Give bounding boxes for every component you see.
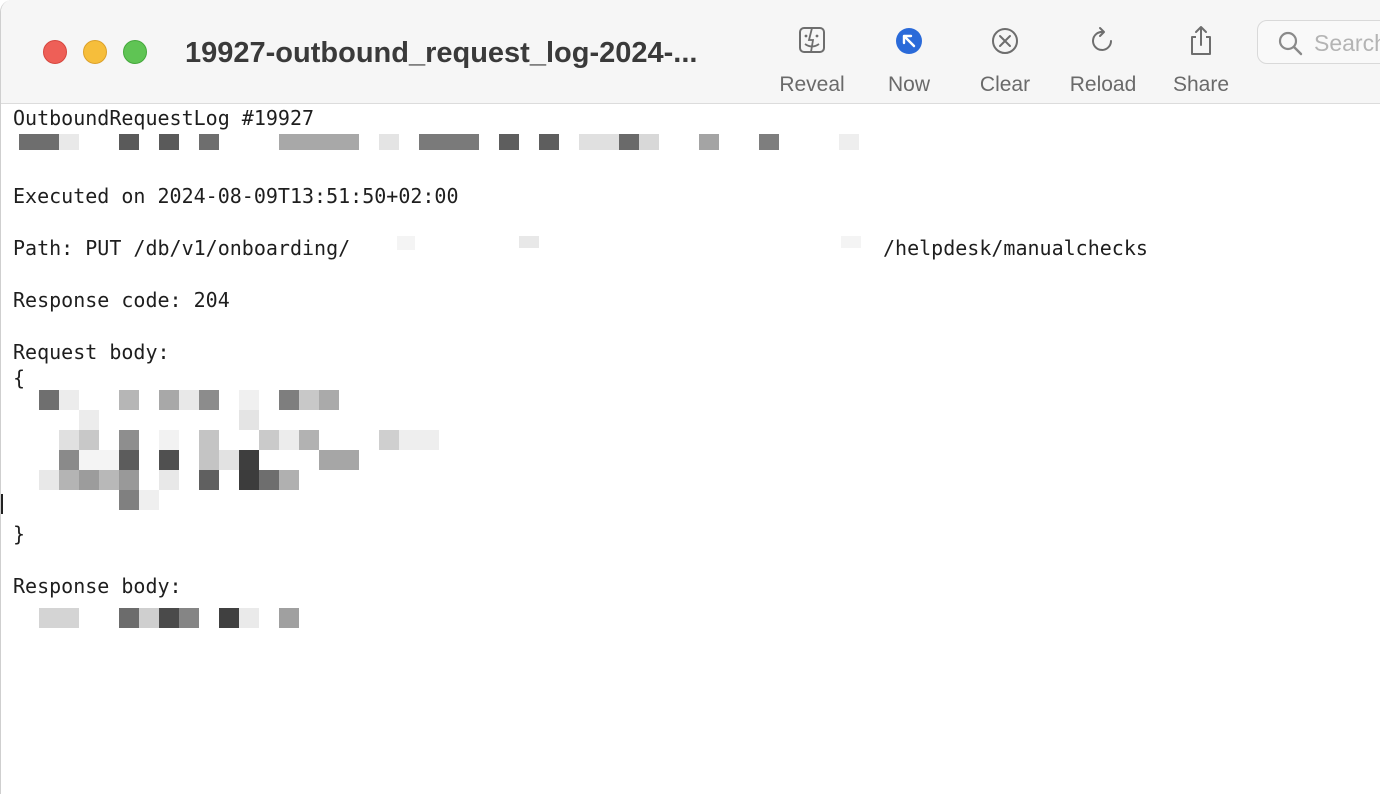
- executed-line: Executed on 2024-08-09T13:51:50+02:00: [13, 184, 459, 208]
- close-window-button[interactable]: [43, 40, 67, 64]
- minimize-window-button[interactable]: [83, 40, 107, 64]
- log-content: OutboundRequestLog #19927 Executed on 20…: [13, 104, 1380, 794]
- reveal-label: Reveal: [779, 73, 845, 96]
- path-prefix: Path: PUT /db/v1/onboarding/: [13, 236, 351, 260]
- finder-icon: [799, 27, 825, 53]
- search-icon: [1278, 31, 1303, 56]
- response-code-line: Response code: 204: [13, 288, 230, 312]
- request-close-brace: }: [13, 522, 26, 546]
- app-window: 19927-outbound_request_log-2024-... Reve…: [0, 0, 1380, 794]
- reload-icon: [1092, 27, 1112, 51]
- log-header: OutboundRequestLog #19927: [13, 106, 315, 130]
- title-bar: 19927-outbound_request_log-2024-... Reve…: [1, 0, 1380, 104]
- zoom-window-button[interactable]: [123, 40, 147, 64]
- search-field[interactable]: Search: [1257, 20, 1380, 64]
- now-label: Now: [887, 73, 930, 96]
- response-body-label: Response body:: [13, 574, 182, 598]
- share-label: Share: [1172, 73, 1230, 96]
- request-body-label: Request body:: [13, 340, 170, 364]
- share-icon: [1191, 26, 1211, 55]
- request-open-brace: {: [13, 366, 26, 390]
- clear-button[interactable]: Clear: [971, 22, 1039, 98]
- share-button[interactable]: Share: [1167, 22, 1235, 98]
- path-suffix: /helpdesk/manualchecks: [883, 236, 1148, 260]
- window-title: 19927-outbound_request_log-2024-...: [185, 37, 698, 69]
- clear-label: Clear: [979, 73, 1031, 96]
- reload-label: Reload: [1069, 73, 1137, 96]
- window-edge-marker: [1, 494, 3, 514]
- arrow-up-left-circle-icon: [896, 28, 922, 54]
- search-placeholder: Search: [1314, 30, 1380, 56]
- now-button[interactable]: Now: [875, 22, 943, 98]
- xmark-circle-icon: [992, 28, 1018, 54]
- reload-button[interactable]: Reload: [1063, 22, 1143, 98]
- reveal-button[interactable]: Reveal: [773, 22, 851, 98]
